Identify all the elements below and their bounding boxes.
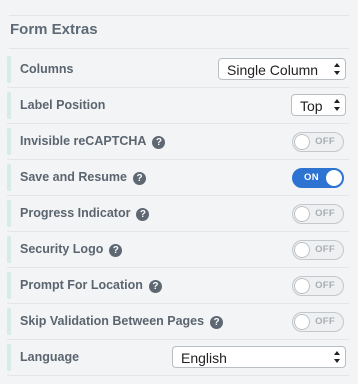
- row-prompt-location: Prompt For Location? OFF: [7, 268, 349, 304]
- row-marker: [7, 344, 11, 371]
- label-position-select-value: Top: [300, 98, 323, 114]
- toggle-state: OFF: [315, 316, 335, 327]
- select-arrows-icon: [334, 351, 340, 363]
- recaptcha-label: Invisible reCAPTCHA?: [20, 134, 166, 149]
- prompt-location-label: Prompt For Location?: [20, 278, 162, 293]
- select-arrows-icon: [334, 63, 340, 75]
- row-marker: [7, 200, 11, 227]
- row-marker: [7, 236, 11, 263]
- toggle-knob: [294, 134, 310, 150]
- security-logo-label: Security Logo?: [20, 242, 123, 257]
- top-divider: [9, 15, 349, 16]
- columns-select-value: Single Column: [227, 62, 319, 78]
- toggle-knob: [294, 314, 310, 330]
- row-marker: [7, 308, 11, 335]
- select-arrows-icon: [334, 99, 340, 111]
- row-language: Language English: [7, 340, 349, 376]
- help-icon[interactable]: ?: [136, 208, 150, 221]
- title-divider: [9, 48, 349, 49]
- row-marker: [7, 56, 11, 83]
- toggle-knob: [326, 170, 342, 186]
- help-icon[interactable]: ?: [210, 316, 224, 329]
- row-label-position: Label Position Top: [7, 88, 349, 124]
- label-position-label: Label Position: [20, 98, 106, 112]
- settings-list: Columns Single Column Label Position Top…: [0, 52, 358, 376]
- help-icon[interactable]: ?: [152, 136, 166, 149]
- columns-label: Columns: [20, 62, 74, 76]
- toggle-state: ON: [304, 172, 319, 183]
- row-marker: [7, 92, 11, 119]
- row-marker: [7, 272, 11, 299]
- toggle-knob: [294, 242, 310, 258]
- language-select-value: English: [181, 350, 227, 366]
- row-skip-validation: Skip Validation Between Pages? OFF: [7, 304, 349, 340]
- row-progress-indicator: Progress Indicator? OFF: [7, 196, 349, 232]
- label-position-select[interactable]: Top: [291, 94, 346, 116]
- toggle-state: OFF: [315, 136, 335, 147]
- help-icon[interactable]: ?: [133, 172, 146, 185]
- row-save-resume: Save and Resume? ON: [7, 160, 349, 196]
- skip-validation-label: Skip Validation Between Pages?: [20, 314, 224, 329]
- toggle-knob: [294, 206, 310, 222]
- columns-select[interactable]: Single Column: [218, 58, 346, 80]
- row-columns: Columns Single Column: [7, 52, 349, 88]
- row-recaptcha: Invisible reCAPTCHA? OFF: [7, 124, 349, 160]
- prompt-location-toggle[interactable]: OFF: [292, 276, 344, 296]
- skip-validation-toggle[interactable]: OFF: [292, 312, 344, 332]
- help-icon[interactable]: ?: [109, 244, 123, 257]
- save-resume-toggle[interactable]: ON: [292, 168, 344, 188]
- row-marker: [7, 164, 11, 191]
- row-marker: [7, 128, 11, 155]
- section-title: Form Extras: [10, 21, 98, 38]
- progress-indicator-label: Progress Indicator?: [20, 206, 150, 221]
- row-security-logo: Security Logo? OFF: [7, 232, 349, 268]
- help-icon[interactable]: ?: [148, 280, 162, 293]
- recaptcha-toggle[interactable]: OFF: [292, 132, 344, 152]
- toggle-state: OFF: [315, 244, 335, 255]
- security-logo-toggle[interactable]: OFF: [292, 240, 344, 260]
- toggle-state: OFF: [315, 208, 335, 219]
- toggle-knob: [294, 278, 310, 294]
- language-label: Language: [20, 350, 80, 364]
- save-resume-label: Save and Resume?: [20, 170, 146, 185]
- progress-indicator-toggle[interactable]: OFF: [292, 204, 344, 224]
- language-select[interactable]: English: [172, 346, 346, 368]
- toggle-state: OFF: [315, 280, 335, 291]
